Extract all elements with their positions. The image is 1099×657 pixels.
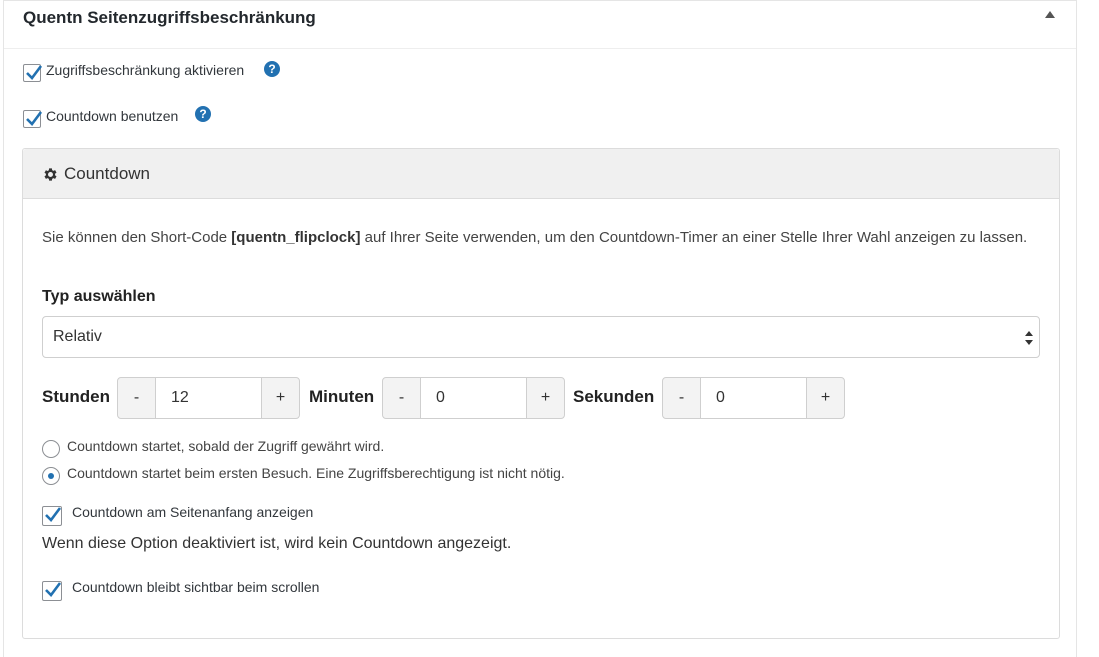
seconds-decrement-button[interactable]: - [662, 377, 701, 419]
show-top-checkbox[interactable] [42, 506, 62, 526]
checkmark-icon [26, 65, 43, 80]
seconds-input[interactable]: 0 [701, 377, 807, 419]
radio-start-on-first-visit[interactable] [42, 467, 60, 485]
radio-start-on-first-visit-label: Countdown startet beim ersten Besuch. Ei… [67, 465, 565, 481]
seconds-increment-button[interactable]: + [806, 377, 845, 419]
sticky-countdown-checkbox[interactable] [42, 581, 62, 601]
select-caret-icon [1025, 331, 1033, 345]
type-select-label: Typ auswählen [42, 288, 156, 305]
hours-decrement-button[interactable]: - [117, 377, 156, 419]
minutes-input[interactable]: 0 [421, 377, 527, 419]
hours-increment-button[interactable]: + [261, 377, 300, 419]
description-text: Sie können den Short-Code [42, 229, 232, 246]
hours-input[interactable]: 12 [156, 377, 262, 419]
sticky-countdown-label: Countdown bleibt sichtbar beim scrollen [72, 579, 320, 595]
collapse-arrow-icon[interactable] [1045, 11, 1055, 18]
use-countdown-checkbox[interactable] [23, 110, 43, 128]
question-circle-icon[interactable]: ? [195, 106, 211, 122]
checkmark-icon [26, 111, 43, 126]
description-text-suffix: auf Ihrer Seite verwenden, um den Countd… [360, 229, 1028, 246]
metabox-header: Quentn Seitenzugriffsbeschränkung [4, 1, 1076, 49]
checkmark-icon [45, 582, 62, 597]
restrict-access-checkbox[interactable] [23, 64, 43, 82]
radio-selected-dot [48, 473, 54, 479]
shortcode-text: [quentn_flipclock] [231, 229, 361, 246]
countdown-type-value: Relativ [53, 328, 102, 345]
use-countdown-label: Countdown benutzen [46, 108, 179, 124]
countdown-panel-title: Countdown [64, 164, 151, 183]
countdown-type-select[interactable]: Relativ [42, 316, 1040, 358]
hours-label: Stunden [42, 387, 110, 406]
question-circle-icon[interactable]: ? [264, 61, 280, 77]
minutes-label: Minuten [309, 387, 375, 406]
checkmark-icon [45, 507, 62, 522]
gear-icon [44, 168, 57, 181]
countdown-panel: Countdown Sie können den Short-Code [que… [22, 148, 1060, 639]
show-top-hint: Wenn diese Option deaktiviert ist, wird … [42, 535, 512, 552]
restrict-access-label: Zugriffsbeschränkung aktivieren [46, 62, 245, 78]
metabox-title: Quentn Seitenzugriffsbeschränkung [23, 8, 316, 27]
seconds-label: Sekunden [573, 387, 655, 406]
radio-start-on-access[interactable] [42, 440, 60, 458]
show-top-label: Countdown am Seitenanfang anzeigen [72, 504, 314, 520]
minutes-increment-button[interactable]: + [526, 377, 565, 419]
shortcode-description: Sie können den Short-Code [quentn_flipcl… [42, 226, 1042, 250]
minutes-decrement-button[interactable]: - [382, 377, 421, 419]
countdown-panel-heading: Countdown [23, 149, 1059, 199]
radio-start-on-access-label: Countdown startet, sobald der Zugriff ge… [67, 438, 385, 454]
